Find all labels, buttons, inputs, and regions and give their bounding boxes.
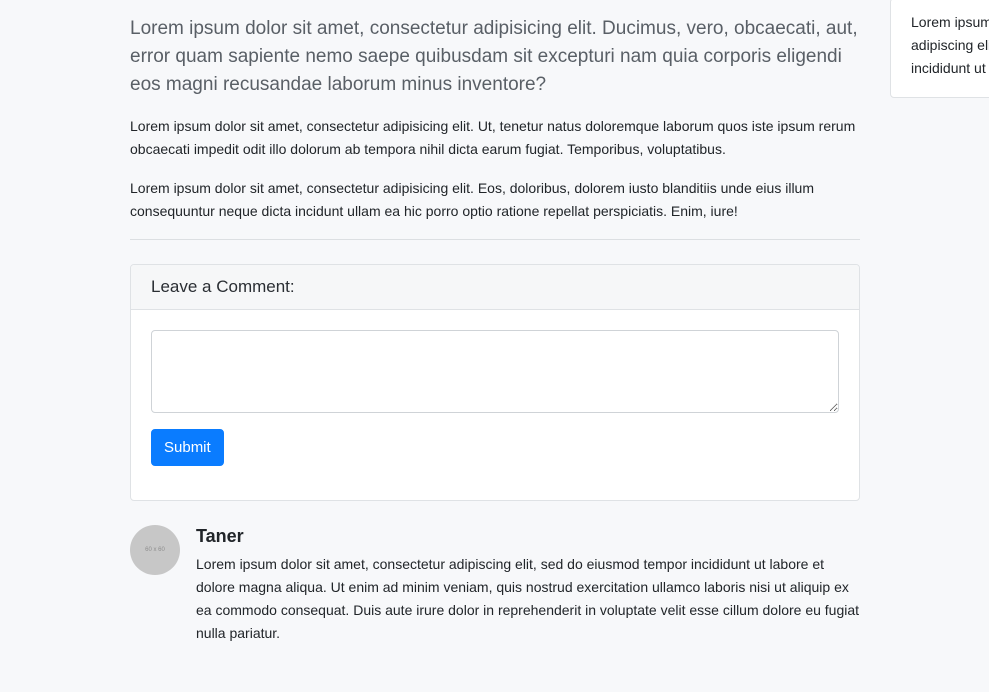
- post-paragraph: Lorem ipsum dolor sit amet, consectetur …: [130, 118, 856, 157]
- comment-author: Taner: [196, 526, 244, 546]
- comment-text: Lorem ipsum dolor sit amet, consectetur …: [196, 556, 860, 641]
- comment-form-title: Leave a Comment:: [131, 265, 859, 310]
- comment-form-body: Submit: [131, 310, 859, 500]
- comment-item: 60 x 60 Taner Lorem ipsum dolor sit amet…: [130, 525, 860, 645]
- comment-form-card: Leave a Comment: Submit: [130, 264, 860, 501]
- avatar: 60 x 60: [130, 525, 180, 575]
- divider: [130, 239, 860, 240]
- post-content: Lorem ipsum dolor sit amet, consectetur …: [130, 0, 860, 645]
- comment-textarea[interactable]: [151, 330, 839, 413]
- submit-button[interactable]: Submit: [151, 429, 224, 466]
- post-lead: Lorem ipsum dolor sit amet, consectetur …: [130, 18, 858, 95]
- sidebar-widget: Lorem ipsum dolor sit amet, consectetur …: [890, 0, 989, 98]
- comment-body: Taner Lorem ipsum dolor sit amet, consec…: [196, 525, 860, 645]
- post-paragraph: Lorem ipsum dolor sit amet, consectetur …: [130, 180, 814, 219]
- sidebar-widget-text: Lorem ipsum dolor sit amet, consectetur …: [911, 14, 989, 76]
